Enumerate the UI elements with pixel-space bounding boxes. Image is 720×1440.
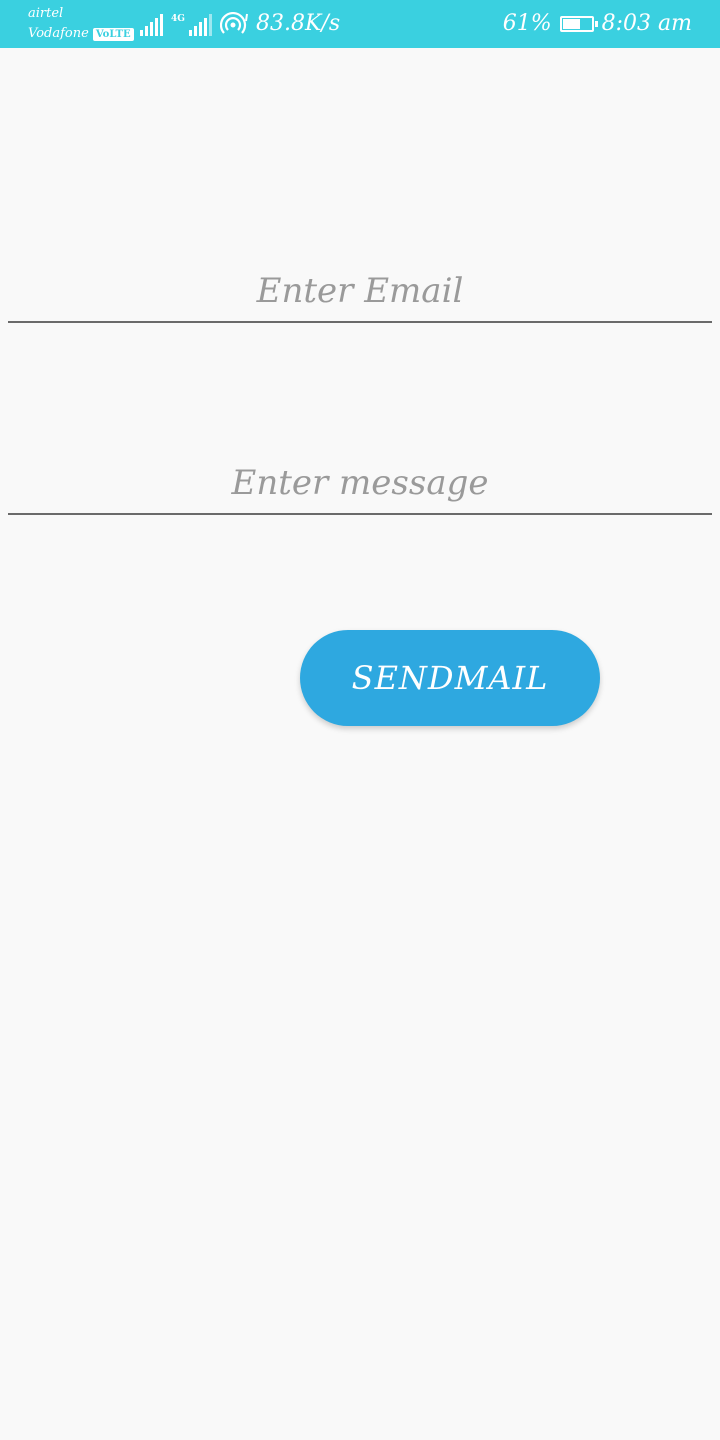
network-type-label: 4G	[171, 14, 185, 24]
message-field[interactable]	[8, 460, 712, 515]
right-status: 61% 8:03 am	[503, 9, 692, 39]
send-mail-button[interactable]: SENDMAIL	[300, 630, 600, 726]
status-bar: airtel Vodafone VoLTE 4G 83.8K/s 61% 8:0…	[0, 0, 720, 48]
battery-fill	[562, 19, 580, 29]
hotspot-icon	[219, 12, 248, 34]
signal-group: 4G	[140, 12, 250, 36]
battery-icon	[559, 16, 598, 32]
email-field[interactable]	[8, 268, 712, 323]
signal-icon	[140, 14, 163, 36]
battery-percent: 61%	[502, 11, 552, 36]
carrier-1-label: airtel	[28, 6, 64, 21]
carrier-info: airtel Vodafone VoLTE	[28, 4, 134, 44]
clock: 8:03 am	[601, 11, 692, 36]
signal-4g-icon: 4G	[171, 14, 212, 36]
volte-badge: VoLTE	[92, 27, 134, 41]
network-speed: 83.8K/s	[256, 11, 341, 36]
carrier-2-label: Vodafone	[28, 26, 89, 41]
